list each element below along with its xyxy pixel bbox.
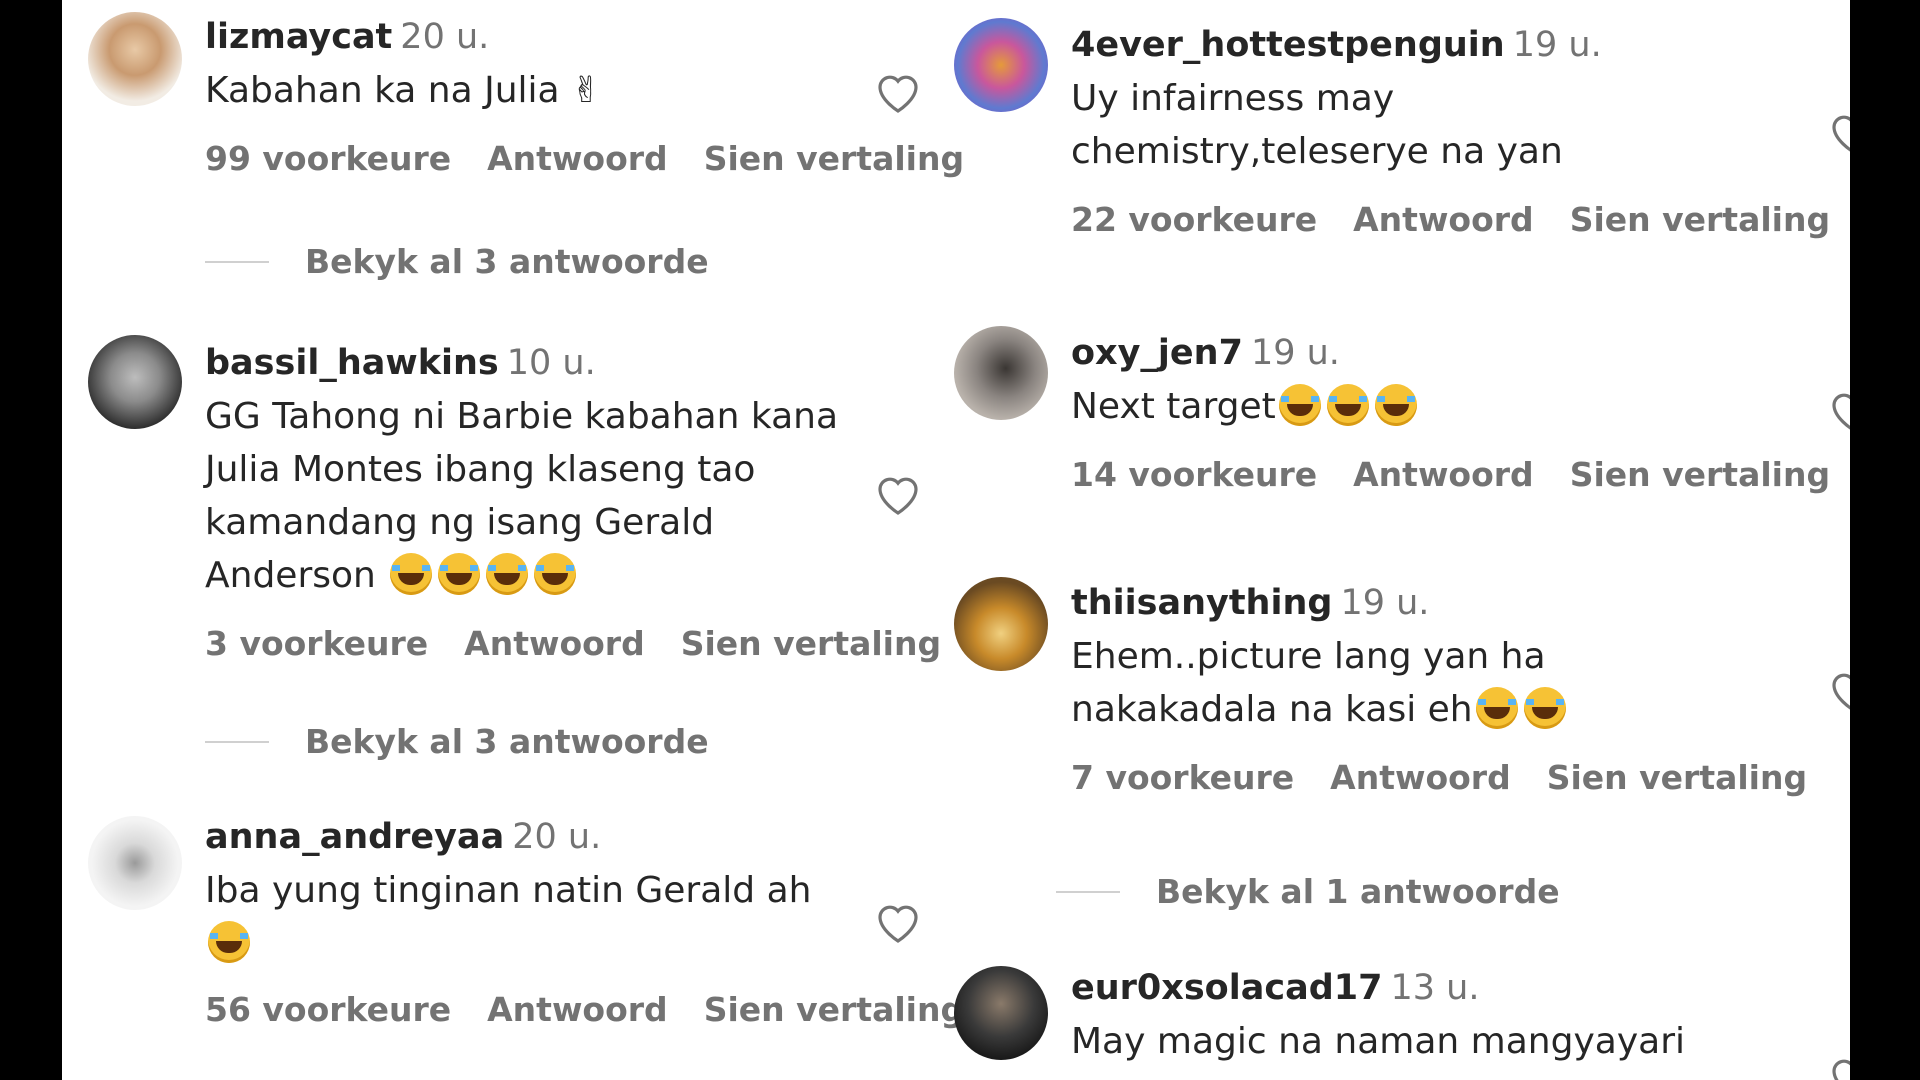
reply-button[interactable]: Antwoord <box>1353 200 1534 239</box>
heart-icon[interactable] <box>874 900 922 944</box>
timestamp[interactable]: 19 u. <box>1513 25 1602 65</box>
tears-of-joy-emoji <box>1326 384 1369 426</box>
avatar[interactable] <box>954 577 1048 671</box>
tears-of-joy-emoji <box>438 553 481 595</box>
tears-of-joy-emoji <box>1374 384 1417 426</box>
divider <box>1056 890 1120 893</box>
see-translation-link[interactable]: Sien vertaling <box>681 624 941 663</box>
timestamp[interactable]: 10 u. <box>507 343 596 383</box>
avatar[interactable] <box>954 326 1048 420</box>
comments-panel: lizmaycat 20 u. Kabahan ka na Julia ✌ 99 … <box>62 0 1850 1080</box>
see-translation-link[interactable]: Sien vertaling <box>704 990 964 1029</box>
tears-of-joy-emoji <box>208 921 250 963</box>
username[interactable]: thiisanything <box>1071 583 1332 623</box>
likes-count[interactable]: 22 voorkeure <box>1071 200 1317 239</box>
avatar[interactable] <box>88 12 182 106</box>
see-translation-link[interactable]: Sien vertaling <box>1547 758 1807 797</box>
comment-text: Next target <box>1071 386 1276 427</box>
view-replies-button[interactable]: Bekyk al 3 antwoorde <box>205 242 709 281</box>
username[interactable]: 4ever_hottestpenguin <box>1071 25 1505 65</box>
see-translation-link[interactable]: Sien vertaling <box>704 139 964 178</box>
comment-actions: 22 voorkeure Antwoord Sien vertaling <box>1071 200 1830 239</box>
comment-actions: 3 voorkeure Antwoord Sien vertaling <box>205 624 941 663</box>
heart-icon[interactable] <box>874 70 922 114</box>
likes-count[interactable]: 3 voorkeure <box>205 624 428 663</box>
likes-count[interactable]: 56 voorkeure <box>205 990 451 1029</box>
timestamp[interactable]: 13 u. <box>1390 968 1479 1008</box>
see-translation-link[interactable]: Sien vertaling <box>1570 200 1830 239</box>
comment-text: Ehem..picture lang yan ha nakakadala na … <box>1071 636 1546 730</box>
reply-button[interactable]: Antwoord <box>487 139 668 178</box>
view-replies-button[interactable]: Bekyk al 3 antwoorde <box>205 722 709 761</box>
see-translation-link[interactable]: Sien vertaling <box>1570 455 1830 494</box>
username[interactable]: lizmaycat <box>205 17 392 57</box>
comment-text: Iba yung tinginan natin Gerald ah <box>205 870 812 911</box>
comment-actions: 14 voorkeure Antwoord Sien vertaling <box>1071 455 1830 494</box>
heart-icon[interactable] <box>1828 668 1850 712</box>
tears-of-joy-emoji <box>486 553 529 595</box>
username[interactable]: oxy_jen7 <box>1071 333 1243 373</box>
heart-icon[interactable] <box>1828 110 1850 154</box>
reply-button[interactable]: Antwoord <box>1353 455 1534 494</box>
username[interactable]: bassil_hawkins <box>205 343 499 383</box>
heart-icon[interactable] <box>874 472 922 516</box>
username[interactable]: anna_andreyaa <box>205 817 504 857</box>
likes-count[interactable]: 99 voorkeure <box>205 139 451 178</box>
reply-button[interactable]: Antwoord <box>1330 758 1511 797</box>
timestamp[interactable]: 19 u. <box>1340 583 1429 623</box>
avatar[interactable] <box>88 816 182 910</box>
tears-of-joy-emoji <box>390 553 433 595</box>
comment-text: Kabahan ka na Julia ✌ <box>205 70 602 111</box>
comment-actions: 56 voorkeure Antwoord Sien vertaling <box>205 990 964 1029</box>
tears-of-joy-emoji <box>1523 687 1566 729</box>
timestamp[interactable]: 19 u. <box>1251 333 1340 373</box>
heart-icon[interactable] <box>1828 1054 1850 1080</box>
likes-count[interactable]: 14 voorkeure <box>1071 455 1317 494</box>
comment-actions: 99 voorkeure Antwoord Sien vertaling <box>205 139 964 178</box>
avatar[interactable] <box>954 966 1048 1060</box>
timestamp[interactable]: 20 u. <box>400 17 489 57</box>
tears-of-joy-emoji <box>1278 384 1321 426</box>
avatar[interactable] <box>954 18 1048 112</box>
heart-icon[interactable] <box>1828 388 1850 432</box>
view-replies-button[interactable]: Bekyk al 1 antwoorde <box>1056 872 1560 911</box>
comment-text: Uy infairness may chemistry,teleserye na… <box>1071 78 1563 172</box>
comment-text: May magic na naman mangyayari <box>1071 1021 1686 1062</box>
tears-of-joy-emoji <box>534 553 577 595</box>
likes-count[interactable]: 7 voorkeure <box>1071 758 1294 797</box>
tears-of-joy-emoji <box>1475 687 1518 729</box>
comment-actions: 7 voorkeure Antwoord Sien vertaling <box>1071 758 1807 797</box>
reply-button[interactable]: Antwoord <box>487 990 668 1029</box>
divider <box>205 260 269 263</box>
timestamp[interactable]: 20 u. <box>512 817 601 857</box>
avatar[interactable] <box>88 335 182 429</box>
username[interactable]: eur0xsolacad17 <box>1071 968 1382 1008</box>
reply-button[interactable]: Antwoord <box>464 624 645 663</box>
divider <box>205 740 269 743</box>
